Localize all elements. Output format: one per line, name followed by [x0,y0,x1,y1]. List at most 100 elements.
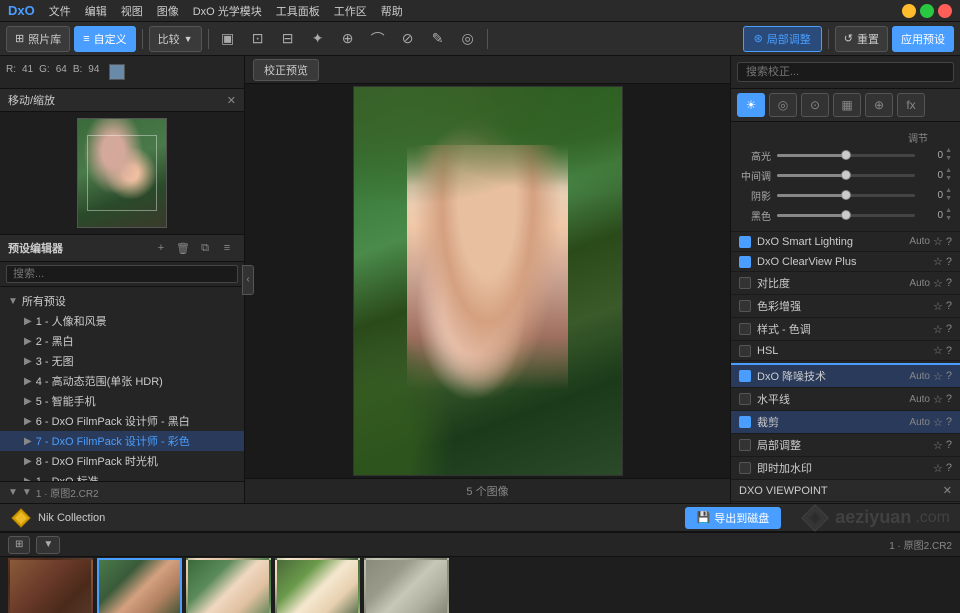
film-item-2[interactable]: 原图2.CR2 [97,558,182,613]
correction-preview-button[interactable]: 校正预览 [253,59,319,81]
photo-library-button[interactable]: ⊞ 照片库 [6,26,70,52]
film-thumbnail-1[interactable] [8,558,93,613]
film-item-3[interactable]: 原图3.CR2 [186,558,271,613]
compare-button[interactable]: 比较 ▼ [149,26,202,52]
film-thumbnail-2[interactable] [97,558,182,613]
local-adjust-checkbox[interactable] [739,439,751,451]
clearview-star[interactable]: ☆ [933,255,943,268]
menu-optics[interactable]: DxO 光学模块 [187,2,268,20]
group-5[interactable]: ▶ 5 - 智能手机 [0,391,244,411]
presets-more-button[interactable]: ≡ [218,239,236,257]
filmstrip-filter-button[interactable]: ▼ [36,536,60,554]
group-1[interactable]: ▶ 1 - 人像和风景 [0,311,244,331]
watermark-star[interactable]: ☆ [933,462,943,475]
smart-lighting-checkbox[interactable] [739,236,751,248]
clearview-checkbox[interactable] [739,256,751,268]
close-button[interactable] [938,4,952,18]
mask-icon-button[interactable]: ⊘ [395,26,421,52]
denoise-star[interactable]: ☆ [933,370,943,383]
color-boost-star[interactable]: ☆ [933,300,943,313]
style-tone-star[interactable]: ☆ [933,323,943,336]
group-6[interactable]: ▶ 6 - DxO FilmPack 设计师 - 黑白 [0,411,244,431]
watermark-checkbox[interactable] [739,462,751,474]
horizon-icon-button[interactable]: ⌒ [365,26,391,52]
group-7[interactable]: ▶ 7 - DxO FilmPack 设计师 - 彩色 [0,431,244,451]
contrast-checkbox[interactable] [739,277,751,289]
corrections-search-input[interactable] [737,62,954,82]
redeye-icon-button[interactable]: ✦ [305,26,331,52]
horizon-help[interactable]: ? [946,393,952,405]
move-zoom-close[interactable]: ✕ [227,94,236,107]
preset-search-input[interactable] [6,265,238,283]
color-boost-help[interactable]: ? [946,300,952,312]
film-item-4[interactable]: 原图4.CR2 [275,558,360,613]
hsl-star[interactable]: ☆ [933,344,943,357]
collapse-panel-button[interactable]: ‹ [242,265,254,295]
color-boost-row[interactable]: 色彩增强 ☆ ? [731,295,960,318]
hsl-checkbox[interactable] [739,345,751,357]
presets-add-button[interactable]: + [152,239,170,257]
style-tone-checkbox[interactable] [739,323,751,335]
minimize-button[interactable] [902,4,916,18]
tab-light[interactable]: ☀ [737,93,765,117]
horizon-checkbox[interactable] [739,393,751,405]
hsl-row[interactable]: HSL ☆ ? [731,341,960,361]
denoise-checkbox[interactable] [739,370,751,382]
menu-file[interactable]: 文件 [43,2,77,20]
presets-delete-button[interactable]: 🗑 [174,239,192,257]
crop-help[interactable]: ? [946,416,952,428]
horizon-star[interactable]: ☆ [933,393,943,406]
customize-button[interactable]: ≡ 自定义 [74,26,135,52]
film-thumbnail-3[interactable] [186,558,271,613]
eye-icon-button[interactable]: ◎ [455,26,481,52]
highlights-track[interactable] [777,154,915,157]
group-2[interactable]: ▶ 2 - 黑白 [0,331,244,351]
presets-copy-button[interactable]: ⧉ [196,239,214,257]
reset-button[interactable]: ↺ 重置 [835,26,888,52]
export-button[interactable]: 💾 导出到磁盘 [685,507,782,529]
denoise-row[interactable]: DxO 降噪技术 Auto ☆ ? [731,365,960,388]
smart-lighting-star[interactable]: ☆ [933,235,943,248]
tab-watermark[interactable]: ⊕ [865,93,893,117]
menu-edit[interactable]: 编辑 [79,2,113,20]
menu-image[interactable]: 图像 [151,2,185,20]
local-adjust-row-star[interactable]: ☆ [933,439,943,452]
color-boost-checkbox[interactable] [739,300,751,312]
watermark-row[interactable]: 即时加水印 ☆ ? [731,457,960,480]
crop-row[interactable]: 裁剪 Auto ☆ ? [731,411,960,434]
repair-icon-button[interactable]: ⊕ [335,26,361,52]
tab-fx[interactable]: fx [897,93,925,117]
smart-lighting-row[interactable]: DxO Smart Lighting Auto ☆ ? [731,232,960,252]
denoise-help[interactable]: ? [946,370,952,382]
local-adjust-row[interactable]: 局部调整 ☆ ? [731,434,960,457]
clearview-row[interactable]: DxO ClearView Plus ☆ ? [731,252,960,272]
group-4[interactable]: ▶ 4 - 高动态范围(单张 HDR) [0,371,244,391]
filmstrip-sort-button[interactable]: ⊞ [8,536,30,554]
maximize-button[interactable] [920,4,934,18]
blacks-track[interactable] [777,214,915,217]
viewpoint-close-button[interactable]: ✕ [943,484,952,497]
film-item-1[interactable]: 原图1.dng [8,558,93,613]
brush-icon-button[interactable]: ✎ [425,26,451,52]
status-filter-icon[interactable]: ▼ [22,487,32,498]
shadows-thumb[interactable] [841,190,851,200]
shadows-track[interactable] [777,194,915,197]
apply-preset-button[interactable]: 应用预设 [892,26,954,52]
film-item-5[interactable]: 原图5.CR2 [364,558,449,613]
hsl-help[interactable]: ? [946,345,952,357]
preset-1[interactable]: ▶ 1 - DxO 标准 [0,471,244,481]
style-tone-help[interactable]: ? [946,323,952,335]
horizon-row[interactable]: 水平线 Auto ☆ ? [731,388,960,411]
style-tone-row[interactable]: 样式 - 色调 ☆ ? [731,318,960,341]
local-adjust-button[interactable]: ⊛ 局部调整 [743,26,822,52]
menu-tools[interactable]: 工具面板 [270,2,326,20]
midtones-track[interactable] [777,174,915,177]
frame-icon-button[interactable]: ▣ [215,26,241,52]
clearview-help[interactable]: ? [946,256,952,268]
crop-icon-button[interactable]: ⊡ [245,26,271,52]
crop-star[interactable]: ☆ [933,416,943,429]
all-presets-group[interactable]: ▼ 所有预设 [0,291,244,311]
status-dropdown-icon[interactable]: ▼ [8,487,18,498]
watermark-help[interactable]: ? [946,462,952,474]
menu-view[interactable]: 视图 [115,2,149,20]
